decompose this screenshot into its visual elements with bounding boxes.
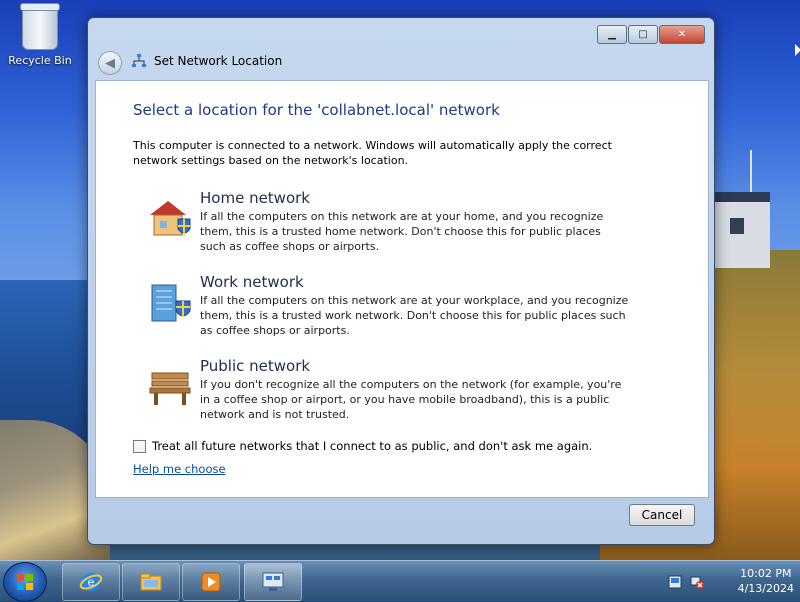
minimize-button[interactable]: ▁ (597, 25, 627, 44)
title-bar[interactable]: ▁ □ ✕ ◀ Set Network Location (88, 18, 714, 80)
public-network-description: If you don't recognize all the computers… (200, 378, 622, 421)
public-network-icon (149, 372, 191, 405)
intro-text: This computer is connected to a network.… (133, 139, 612, 167)
clock[interactable]: 10:02 PM 4/13/2024 (738, 566, 794, 596)
taskbar-network-location[interactable] (244, 563, 302, 601)
help-me-choose-link[interactable]: Help me choose (133, 462, 226, 476)
svg-text:e: e (88, 575, 95, 589)
cancel-button[interactable]: Cancel (629, 504, 695, 526)
maximize-button[interactable]: □ (628, 25, 658, 44)
taskbar-internet-explorer[interactable]: e (62, 563, 120, 601)
taskbar-media-player[interactable] (182, 563, 240, 601)
network-settings-icon (262, 572, 284, 591)
back-button[interactable]: ◀ (98, 51, 122, 75)
close-button[interactable]: ✕ (659, 25, 705, 44)
start-button[interactable] (3, 562, 47, 602)
mouse-cursor (795, 44, 800, 56)
recycle-bin-icon (20, 3, 60, 50)
treat-networks-public-label: Treat all future networks that I connect… (152, 439, 593, 453)
public-network-title: Public network (200, 357, 311, 375)
taskbar: e 10:02 PM 4/13/2024 (0, 560, 800, 602)
window-controls: ▁ □ ✕ (596, 25, 705, 44)
windows-logo-icon (17, 574, 33, 590)
clock-time: 10:02 PM (740, 567, 792, 580)
page-title: Select a location for the 'collabnet.loc… (133, 101, 500, 119)
work-network-icon (151, 284, 191, 322)
folder-icon (140, 573, 162, 591)
home-network-icon (150, 201, 191, 236)
clock-date: 4/13/2024 (737, 582, 794, 595)
treat-networks-public-checkbox-row[interactable]: Treat all future networks that I connect… (133, 439, 592, 453)
media-player-icon (201, 572, 221, 592)
desktop-wallpaper-house (712, 192, 770, 268)
recycle-bin-shortcut[interactable]: Recycle Bin (4, 3, 76, 67)
internet-explorer-icon: e (79, 573, 103, 591)
work-network-title: Work network (200, 273, 304, 291)
window-title: Set Network Location (154, 54, 283, 68)
action-center-icon[interactable] (668, 575, 682, 589)
home-network-description: If all the computers on this network are… (200, 210, 604, 253)
network-disconnected-icon[interactable] (690, 575, 704, 589)
network-icon (132, 54, 146, 67)
dialog-content: Select a location for the 'collabnet.loc… (95, 80, 709, 498)
back-arrow-icon: ◀ (105, 55, 115, 71)
home-network-title: Home network (200, 189, 310, 207)
set-network-location-window: ▁ □ ✕ ◀ Set Network Location Select a lo… (87, 17, 715, 545)
system-tray-icons (668, 575, 704, 589)
work-network-description: If all the computers on this network are… (200, 294, 629, 337)
treat-networks-public-checkbox[interactable] (133, 439, 146, 453)
recycle-bin-label: Recycle Bin (8, 54, 72, 67)
taskbar-windows-explorer[interactable] (122, 563, 180, 601)
